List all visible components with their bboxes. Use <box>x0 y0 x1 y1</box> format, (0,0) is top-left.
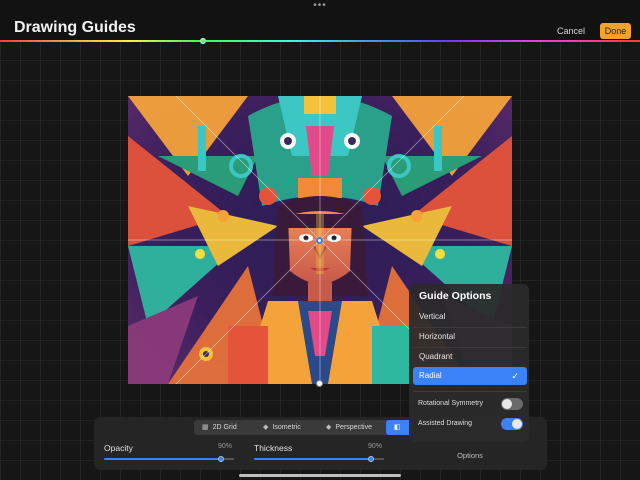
page-title: Drawing Guides <box>14 19 136 36</box>
thickness-label: Thickness <box>254 443 293 453</box>
tab-2d-grid[interactable]: ▦ 2D Grid <box>194 420 249 435</box>
tab-perspective[interactable]: ◆ Perspective <box>318 420 382 435</box>
option-horizontal-label: Horizontal <box>419 332 456 341</box>
opacity-value: 90% <box>218 443 233 450</box>
checkmark-icon: ✓ <box>511 371 519 381</box>
thickness-value: 90% <box>368 443 383 450</box>
assisted-drawing-toggle[interactable] <box>501 418 523 430</box>
grid-icon: ▦ <box>202 424 209 431</box>
cancel-button[interactable]: Cancel <box>552 24 590 38</box>
guide-rotation-handle[interactable] <box>316 380 323 387</box>
opacity-slider-knob[interactable] <box>218 456 224 462</box>
guide-center-handle[interactable] <box>316 237 323 244</box>
options-button[interactable]: Options <box>403 446 537 466</box>
toggle-thumb <box>502 399 512 409</box>
option-radial[interactable]: Radial ✓ <box>413 367 527 385</box>
option-quadrant[interactable]: Quadrant <box>413 348 527 366</box>
guide-color-slider[interactable] <box>0 40 640 42</box>
option-quadrant-label: Quadrant <box>419 352 453 361</box>
perspective-icon: ◆ <box>326 424 332 431</box>
option-horizontal[interactable]: Horizontal <box>413 328 527 346</box>
tab-2d-grid-label: 2D Grid <box>212 424 237 431</box>
rotational-symmetry-label: Rotational Symmetry <box>418 400 483 407</box>
guide-options-title: Guide Options <box>419 290 492 302</box>
opacity-slider-track[interactable] <box>104 458 221 460</box>
tab-isometric[interactable]: ◆ Isometric <box>255 420 313 435</box>
option-radial-label: Radial <box>419 371 442 380</box>
divider <box>413 391 527 392</box>
thickness-slider-track[interactable] <box>254 458 371 460</box>
toggle-thumb <box>512 419 522 429</box>
home-indicator[interactable] <box>239 474 401 477</box>
option-vertical-label: Vertical <box>419 312 446 321</box>
tab-isometric-label: Isometric <box>272 424 301 431</box>
guide-color-knob[interactable] <box>200 38 206 44</box>
option-vertical[interactable]: Vertical <box>413 308 527 326</box>
tab-perspective-label: Perspective <box>335 424 372 431</box>
ellipsis-icon[interactable]: ••• <box>311 1 329 11</box>
opacity-label: Opacity <box>104 443 133 453</box>
thickness-slider-knob[interactable] <box>368 456 374 462</box>
rotational-symmetry-toggle[interactable] <box>501 398 523 410</box>
symmetry-icon: ◧ <box>394 424 401 431</box>
assisted-drawing-label: Assisted Drawing <box>418 420 473 427</box>
isometric-icon: ◆ <box>263 424 269 431</box>
done-button[interactable]: Done <box>600 23 631 39</box>
